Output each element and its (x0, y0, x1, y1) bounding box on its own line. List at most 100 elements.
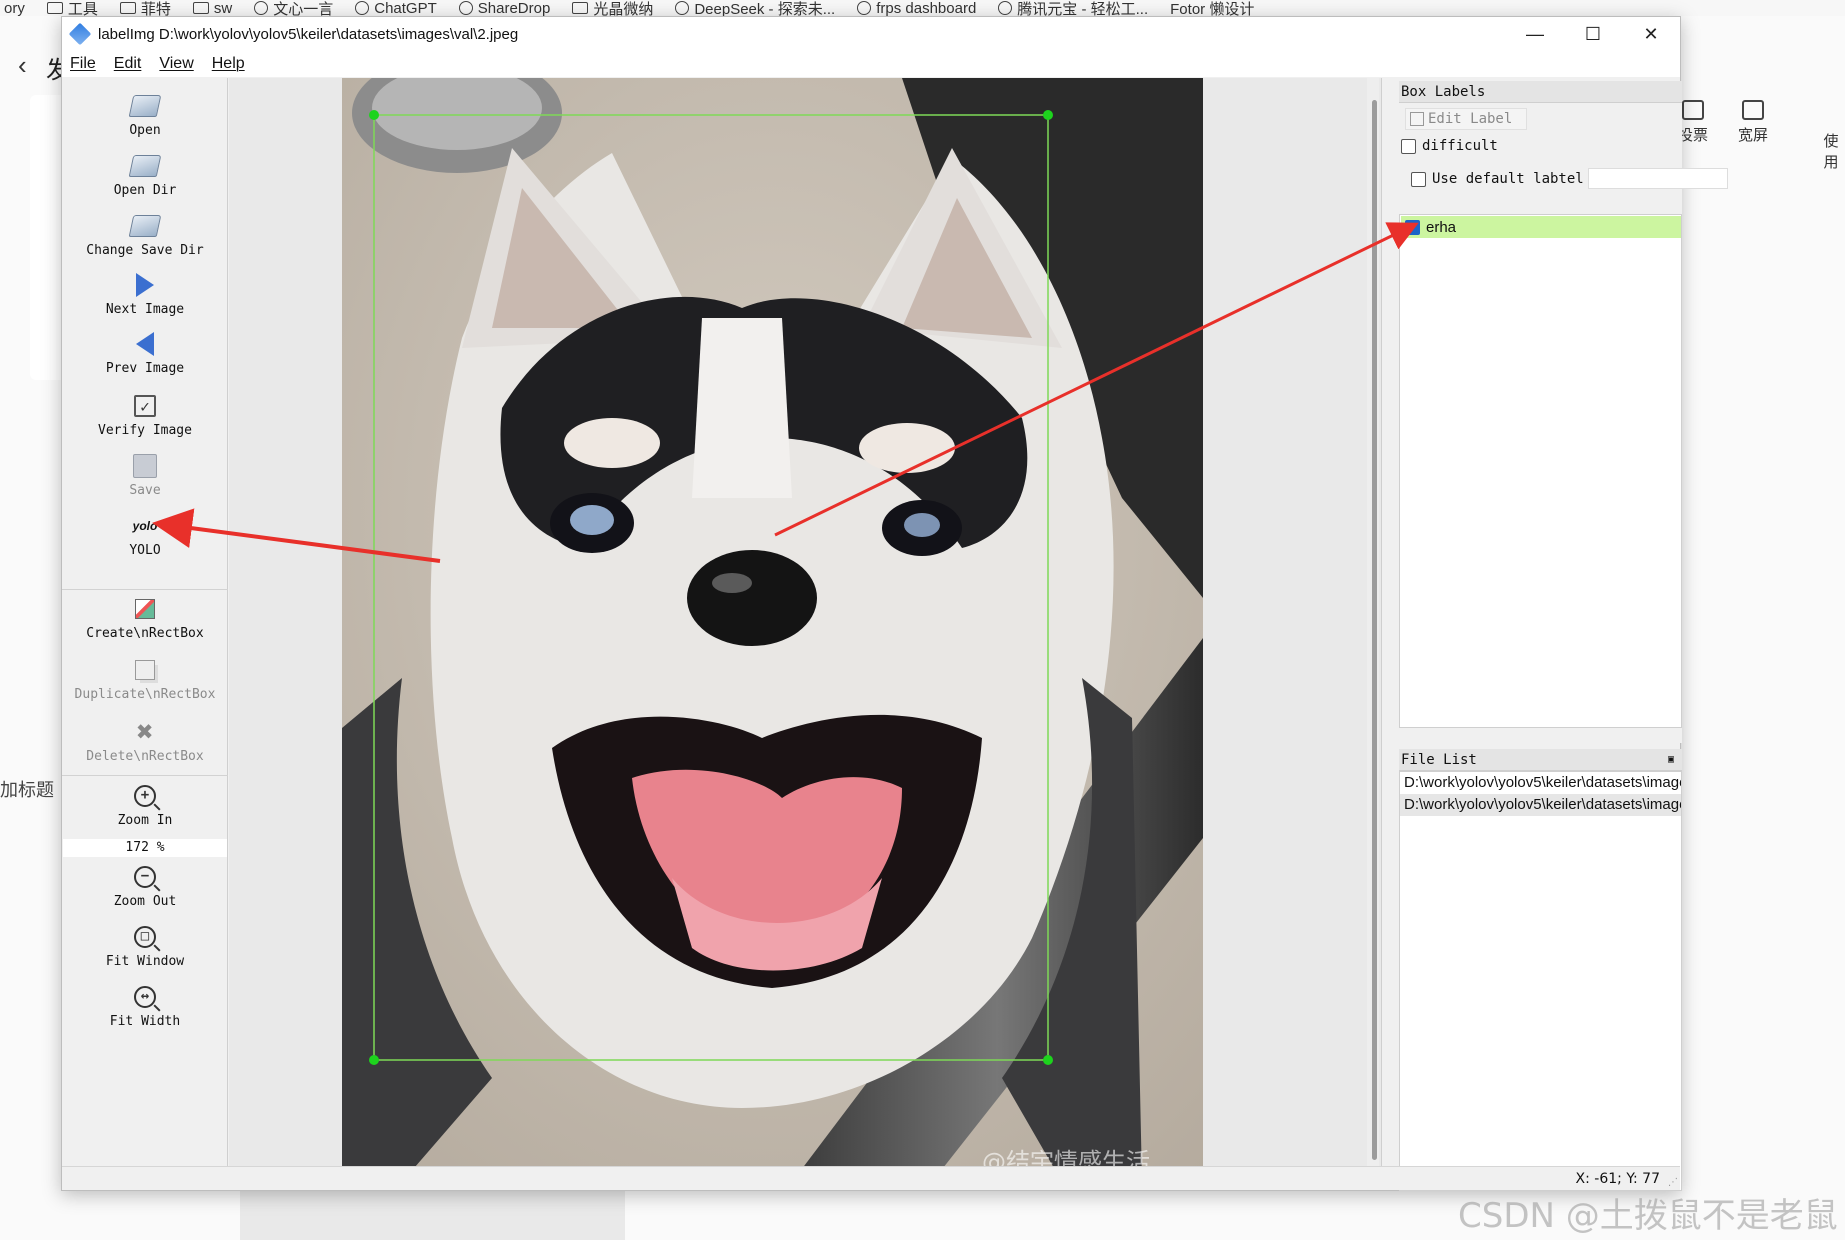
page-bottom-strip (240, 1190, 625, 1240)
resize-grip-icon[interactable]: ⋰ (1668, 1177, 1678, 1188)
save-disk-icon (133, 454, 157, 478)
edit-label-button[interactable]: Edit Label (1405, 108, 1527, 130)
dock-float-icon[interactable]: ▣ (1668, 749, 1674, 771)
zoom-out-label: Zoom Out (113, 894, 177, 909)
site-icon (675, 1, 690, 15)
bookmark-item[interactable]: 腾讯元宝 - 轻松工... (998, 0, 1148, 16)
canvas-scrollbar-thumb[interactable] (1372, 100, 1377, 1160)
open-button[interactable]: Open (62, 92, 228, 138)
file-list-item[interactable]: D:\work\yolov\yolov5\keiler\datasets\ima… (1400, 772, 1681, 794)
back-icon[interactable]: ‹ (18, 50, 27, 81)
menu-edit[interactable]: Edit (114, 55, 142, 73)
zoom-in-button[interactable]: + Zoom In (62, 782, 228, 828)
bookmark-label: ory (4, 0, 25, 16)
edit-label-text: Edit Label (1428, 111, 1513, 127)
bookmark-item[interactable]: Fotor 懒设计 (1170, 0, 1254, 17)
toolbar-divider (62, 589, 228, 590)
zoom-out-button[interactable]: − Zoom Out (62, 863, 228, 909)
zoom-level-spinbox[interactable]: 172 % (63, 839, 227, 857)
add-title-text[interactable]: 加标题 (0, 776, 54, 802)
menu-view[interactable]: View (159, 55, 193, 73)
file-list-item-selected[interactable]: D:\work\yolov\yolov5\keiler\datasets\ima… (1400, 794, 1681, 816)
bookmark-item[interactable]: 工具 (46, 0, 98, 17)
open-dir-label: Open Dir (113, 183, 177, 198)
bookmark-label: ChatGPT (374, 0, 437, 16)
status-bar: X: -61; Y: 77 ⋰ (62, 1166, 1680, 1190)
arrow-left-icon (136, 332, 154, 356)
use-default-label-text: Use default labtel (1432, 171, 1584, 187)
open-dir-button[interactable]: Open Dir (62, 152, 228, 198)
bbox-corner-handle[interactable] (1043, 1055, 1053, 1065)
labelimg-window: labelImg D:\work\yolov\yolov5\keiler\dat… (61, 16, 1728, 1191)
default-label-input[interactable] (1588, 168, 1728, 189)
save-label: Save (129, 483, 161, 498)
minimize-button[interactable]: — (1506, 17, 1564, 51)
site-icon (857, 1, 872, 15)
duplicate-rectbox-button[interactable]: Duplicate\nRectBox (62, 656, 228, 702)
csdn-watermark: CSDN @土拨鼠不是老鼠 (1458, 1196, 1838, 1236)
bookmarks-bar: ory 工具 菲特 sw 文心一言 ChatGPT ShareDrop 光晶微纳… (0, 0, 1845, 16)
fit-window-button[interactable]: □ Fit Window (62, 923, 228, 969)
bookmark-label: 腾讯元宝 - 轻松工... (1017, 0, 1149, 17)
verify-image-button[interactable]: ✓ Verify Image (62, 392, 228, 438)
widescreen-button[interactable]: 宽屏 (1738, 100, 1768, 145)
label-list-item[interactable]: ✓ erha (1401, 216, 1681, 238)
maximize-button[interactable]: ☐ (1564, 17, 1622, 51)
bookmark-item[interactable]: ory (4, 0, 25, 16)
bookmark-label: DeepSeek - 探索未... (694, 0, 836, 17)
create-rectbox-button[interactable]: Create\nRectBox (62, 595, 228, 641)
open-folder-icon (128, 95, 162, 117)
box-labels-title: Box Labels (1399, 81, 1682, 103)
bookmark-item[interactable]: DeepSeek - 探索未... (675, 0, 835, 16)
format-yolo-button[interactable]: yolo YOLO (62, 512, 228, 558)
fit-width-button[interactable]: ↔ Fit Width (62, 983, 228, 1029)
bookmark-item[interactable]: 光晶微纳 (572, 0, 653, 16)
bookmark-item[interactable]: frps dashboard (857, 0, 976, 16)
bookmark-item[interactable]: ChatGPT (355, 0, 437, 16)
arrow-right-icon (136, 273, 154, 297)
husky-photo: @结宇情感生活 (342, 78, 1203, 1182)
folder-icon (192, 2, 209, 14)
bookmark-item[interactable]: sw (192, 0, 232, 16)
zoom-in-label: Zoom In (117, 813, 173, 828)
bookmark-item[interactable]: ShareDrop (458, 0, 550, 16)
toolbar-divider (62, 775, 228, 776)
use-default-label-checkbox[interactable] (1411, 171, 1426, 187)
menu-file[interactable]: File (70, 55, 96, 73)
bounding-box-erha[interactable] (373, 114, 1049, 1061)
bbox-corner-handle[interactable] (1043, 110, 1053, 120)
change-save-dir-button[interactable]: Change Save Dir (62, 212, 228, 258)
image-canvas[interactable]: @结宇情感生活 (229, 78, 1382, 1182)
save-button[interactable]: Save (62, 452, 228, 498)
bbox-corner-handle[interactable] (369, 110, 379, 120)
bbox-corner-handle[interactable] (369, 1055, 379, 1065)
bookmark-label: 文心一言 (273, 0, 334, 17)
label-list: ✓ erha (1399, 214, 1682, 728)
title-bar[interactable]: labelImg D:\work\yolov\yolov5\keiler\dat… (62, 17, 1680, 51)
difficult-checkbox[interactable] (1401, 138, 1416, 154)
site-icon (458, 1, 473, 15)
use-button[interactable]: 使用 (1817, 130, 1845, 172)
prev-image-button[interactable]: Prev Image (62, 330, 228, 376)
bookmark-label: 工具 (67, 0, 98, 17)
close-button[interactable]: ✕ (1622, 17, 1680, 51)
vote-button[interactable]: 投票 (1678, 100, 1708, 145)
verify-image-label: Verify Image (98, 423, 192, 438)
open-label: Open (129, 123, 161, 138)
box-labels-dock: Box Labels Edit Label difficult Use defa… (1399, 81, 1728, 743)
file-list-dock: File List ▣ D:\work\yolov\yolov5\keiler\… (1399, 749, 1682, 1191)
left-toolbar: Open Open Dir Change Save Dir Next Image… (62, 78, 228, 1182)
bookmark-label: 菲特 (140, 0, 171, 17)
bookmark-item[interactable]: 菲特 (119, 0, 171, 17)
prev-image-label: Prev Image (105, 361, 185, 376)
delete-rectbox-button[interactable]: ✖ Delete\nRectBox (62, 718, 228, 765)
labelimg-app-icon (68, 22, 92, 46)
default-label-row: Use default labtel (1411, 171, 1584, 187)
bounding-box-layer (369, 110, 1053, 1065)
label-visible-checkbox[interactable]: ✓ (1405, 219, 1420, 235)
next-image-button[interactable]: Next Image (62, 271, 228, 317)
verify-check-icon: ✓ (134, 395, 156, 417)
bookmark-item[interactable]: 文心一言 (254, 0, 333, 16)
menu-help[interactable]: Help (212, 55, 245, 73)
create-rect-label: Create\nRectBox (86, 626, 204, 641)
